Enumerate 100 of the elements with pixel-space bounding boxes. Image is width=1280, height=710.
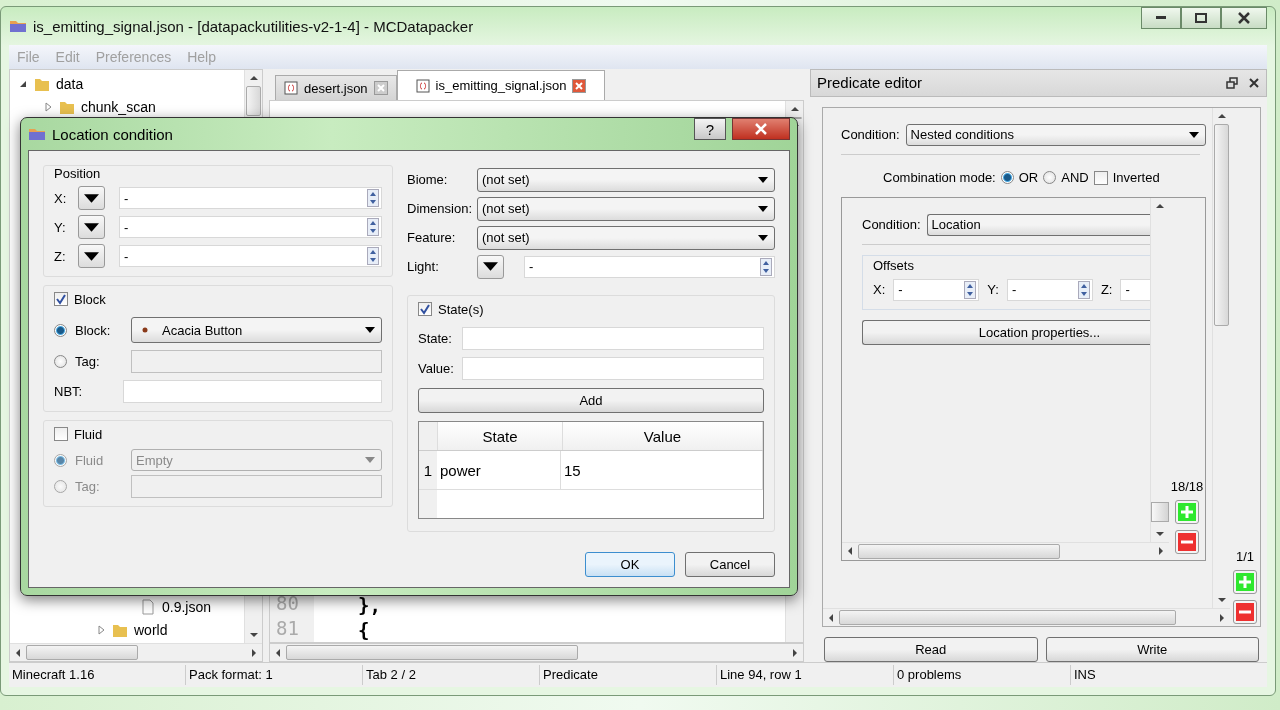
group-title: Position [54, 166, 102, 181]
dropdown-button[interactable] [477, 254, 504, 279]
caret-icon [758, 205, 768, 212]
add-button[interactable] [1233, 570, 1257, 594]
spin-field[interactable]: - [893, 278, 980, 301]
checkbox[interactable] [418, 302, 432, 316]
dialog-title: Location condition [52, 125, 173, 143]
dropdown[interactable]: Acacia Button [131, 317, 382, 343]
horizontal-scrollbar[interactable] [823, 608, 1230, 626]
field-label: Z: [1100, 282, 1113, 298]
caret-icon [84, 251, 99, 261]
read-button[interactable]: Read [824, 637, 1038, 662]
folder-icon [28, 127, 46, 141]
close-icon[interactable] [1248, 76, 1260, 89]
horizontal-scrollbar[interactable] [269, 643, 804, 662]
counter: 1/1 [1235, 549, 1255, 564]
radio-button[interactable] [54, 355, 67, 368]
spin-field[interactable]: - [119, 216, 382, 238]
close-button[interactable] [732, 118, 790, 140]
radio-button[interactable] [1043, 171, 1057, 185]
cancel-button[interactable]: Cancel [685, 552, 775, 577]
field-label: Tag: [75, 479, 101, 494]
tree-item[interactable]: data [10, 72, 244, 95]
status-item: 0 problems [894, 665, 1071, 685]
dropdown[interactable]: Nested conditions [905, 123, 1206, 146]
radio-button[interactable] [54, 323, 67, 337]
vertical-scrollbar[interactable] [1212, 107, 1230, 608]
spin-field[interactable]: - [1006, 278, 1093, 301]
input-field[interactable] [131, 350, 382, 373]
status-item: Pack format: 1 [186, 665, 363, 685]
spin-field[interactable]: - [1120, 278, 1150, 301]
field-label: Feature: [407, 230, 457, 245]
horizontal-scrollbar[interactable] [842, 541, 1169, 560]
tree-item[interactable]: chunk_scan [10, 95, 244, 118]
add-button[interactable]: Add [418, 388, 764, 413]
input-field[interactable] [462, 357, 764, 380]
minus-icon [1178, 532, 1196, 551]
remove-button[interactable] [1175, 529, 1199, 554]
tree-item[interactable]: world [10, 618, 244, 641]
input-field[interactable] [462, 327, 764, 350]
field-label: X: [54, 190, 68, 206]
vertical-scrollbar[interactable] [1150, 197, 1169, 542]
minimize-button[interactable] [1141, 7, 1181, 29]
field-label: Block: [75, 322, 112, 338]
dropdown[interactable]: Location [926, 213, 1150, 236]
tab[interactable]: is_emitting_signal.json [396, 70, 606, 100]
spin-arrows-icon [964, 280, 977, 299]
field-label: Condition: [841, 127, 900, 143]
remove-button[interactable] [1233, 600, 1257, 624]
window-title: is_emitting_signal.json - [datapackutilities-v2-1-4] - MCDatapacker [33, 17, 474, 35]
horizontal-scrollbar[interactable] [10, 643, 262, 661]
dropdown[interactable]: (not set) [477, 196, 775, 221]
caret-icon [1189, 131, 1199, 138]
checkbox[interactable] [54, 292, 68, 306]
radio-button[interactable] [54, 480, 67, 493]
tree-item[interactable]: 0.9.json [10, 595, 244, 618]
help-button[interactable]: ? [694, 118, 726, 140]
checkbox[interactable] [1093, 170, 1108, 185]
spin-field[interactable]: - [119, 187, 382, 209]
dropdown-button[interactable] [78, 215, 105, 239]
write-button[interactable]: Write [1045, 637, 1259, 662]
minus-icon [1236, 603, 1254, 621]
dropdown-button[interactable] [78, 186, 105, 210]
line-number: 81 [270, 617, 314, 642]
input-field[interactable] [131, 475, 382, 498]
group-title: Offsets [873, 257, 915, 273]
status-item: Tab 2 / 2 [363, 665, 540, 685]
option-label: OR [1018, 170, 1039, 186]
spin-field[interactable]: - [119, 245, 382, 267]
field-label: Condition: [862, 217, 921, 233]
field-label: X: [873, 282, 886, 298]
group-title: Fluid [74, 426, 103, 442]
input-field[interactable] [123, 380, 382, 403]
column-header[interactable]: Value [563, 422, 763, 450]
caret-icon [758, 234, 768, 241]
counter: 18/18 [1170, 478, 1204, 494]
plus-icon [1236, 573, 1254, 591]
field-label: Combination mode: [883, 170, 996, 186]
radio-button[interactable] [54, 453, 67, 467]
maximize-button[interactable] [1181, 7, 1221, 29]
add-button[interactable] [1175, 499, 1199, 524]
status-item: Minecraft 1.16 [9, 665, 186, 685]
button-item-icon [142, 327, 148, 333]
location-properties-button[interactable]: Location properties... [862, 319, 1150, 345]
table-cell: 15 [561, 451, 763, 489]
json-file-icon [284, 81, 298, 95]
float-icon[interactable] [1226, 76, 1238, 89]
tab[interactable]: desert.json [275, 75, 397, 100]
dropdown-button[interactable] [78, 244, 105, 268]
field-label: Z: [54, 248, 67, 264]
checkbox[interactable] [54, 427, 68, 441]
field-label: Dimension: [407, 201, 471, 216]
dropdown[interactable]: (not set) [477, 167, 775, 192]
dropdown[interactable]: (not set) [477, 225, 775, 250]
close-icon [1237, 12, 1251, 24]
spin-field[interactable]: - [524, 255, 775, 278]
radio-button[interactable] [1000, 171, 1014, 185]
column-header[interactable]: State [438, 422, 563, 450]
ok-button[interactable]: OK [585, 552, 675, 577]
close-button[interactable] [1221, 7, 1267, 29]
